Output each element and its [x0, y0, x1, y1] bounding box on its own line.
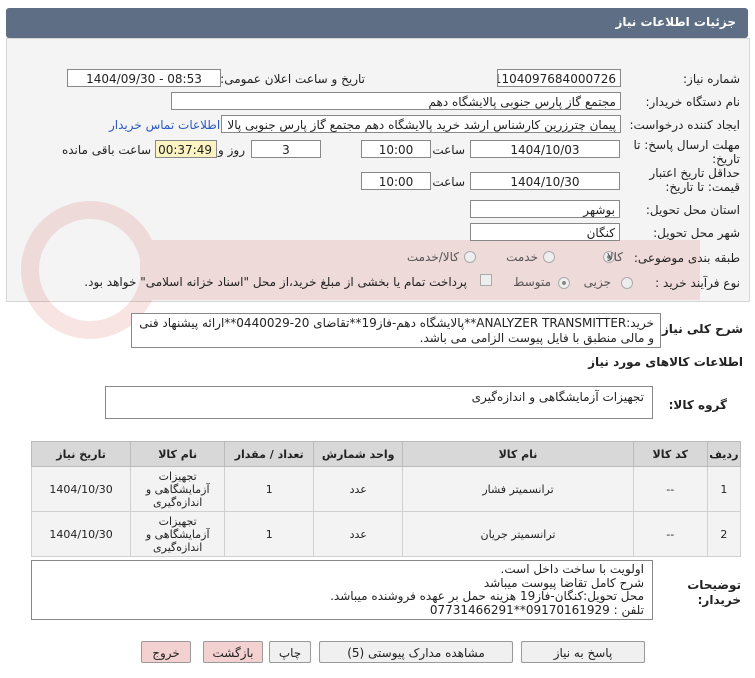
- send-time-label: ساعت: [432, 143, 465, 157]
- cell-group: تجهیزات آزمایشگاهی و اندازه‌گیری: [130, 466, 226, 512]
- col-unit: واحد شمارش: [313, 441, 404, 467]
- announce-field: 1404/09/30 - 08:53: [67, 69, 221, 87]
- category-label: طبقه بندی موضوعی:: [633, 251, 740, 265]
- province-label: استان محل تحویل:: [645, 203, 740, 217]
- announce-label: تاریخ و ساعت اعلان عمومی:: [220, 72, 365, 86]
- province-field: بوشهر: [470, 200, 620, 218]
- creator-label: ایجاد کننده درخواست:: [629, 118, 740, 132]
- back-button[interactable]: بازگشت: [203, 641, 263, 663]
- days-label: روز و: [218, 143, 245, 157]
- reply-button[interactable]: پاسخ به نیاز: [521, 641, 645, 663]
- send-date-field: 1404/10/03: [470, 140, 620, 158]
- send-time-field: 10:00: [361, 140, 431, 158]
- buyer-field: مجتمع گاز پارس جنوبی پالایشگاه دهم: [171, 92, 621, 110]
- buyer-notes-field: اولویت با ساخت داخل است. شرح کامل تقاضا …: [31, 560, 653, 620]
- days-field: 3: [251, 140, 321, 158]
- cell-group: تجهیزات آزمایشگاهی و اندازه‌گیری: [130, 511, 226, 557]
- cell-row: 2: [706, 511, 742, 557]
- buyer-contact-link[interactable]: اطلاعات تماس خریدار: [109, 118, 220, 132]
- treasury-checkbox[interactable]: [480, 274, 492, 286]
- city-label: شهر محل تحویل:: [653, 226, 740, 240]
- remaining-label: ساعت باقی مانده: [61, 143, 151, 157]
- buyer-note-line: محل تحویل:کنگان-فاز19 هزینه حمل بر عهده …: [330, 589, 644, 603]
- cell-qty: 1: [224, 511, 315, 557]
- buyer-notes-label: توضیحات خریدار:: [687, 578, 741, 607]
- col-code: کد کالا: [632, 441, 708, 467]
- goods-group-label: گروه کالا:: [668, 398, 727, 412]
- col-row: ردیف: [706, 441, 742, 467]
- need-number-label: شماره نیاز:: [683, 72, 740, 86]
- cell-qty: 1: [224, 466, 315, 512]
- attachments-button[interactable]: مشاهده مدارک پیوستی (5): [319, 641, 513, 663]
- category-radio-both[interactable]: [464, 251, 476, 263]
- col-date: تاریخ نیاز: [30, 441, 132, 467]
- validity-date-field: 1404/10/30: [470, 172, 620, 190]
- validity-time-field: 10:00: [361, 172, 431, 190]
- city-field: کنگان: [470, 223, 620, 241]
- col-group: نام کالا: [130, 441, 226, 467]
- buyer-label: نام دستگاه خریدار:: [645, 95, 741, 109]
- process-radio-medium[interactable]: [558, 277, 570, 289]
- description-field: خرید:ANALYZER TRANSMITTER**پالایشگاه دهم…: [131, 313, 661, 348]
- send-deadline-label: مهلت ارسال پاسخ: تا تاریخ:: [633, 138, 740, 166]
- goods-table: ردیف کد کالا نام کالا واحد شمارش تعداد /…: [30, 441, 742, 557]
- cell-unit: عدد: [313, 466, 404, 512]
- print-button[interactable]: چاپ: [269, 641, 311, 663]
- buyer-note-line: اولویت با ساخت داخل است.: [500, 562, 644, 576]
- cell-code: --: [632, 511, 708, 557]
- process-option-partial: جزیی: [583, 275, 611, 289]
- cell-row: 1: [706, 466, 742, 512]
- process-label: نوع فرآیند خرید :: [655, 276, 740, 290]
- page-header: جزئیات اطلاعات نیاز: [6, 8, 748, 38]
- col-name: نام کالا: [402, 441, 634, 467]
- description-label: شرح کلی نیاز:: [657, 322, 743, 336]
- cell-code: --: [632, 466, 708, 512]
- table-header-row: ردیف کد کالا نام کالا واحد شمارش تعداد /…: [30, 441, 742, 467]
- process-option-medium: متوسط: [513, 275, 551, 289]
- validity-time-label: ساعت: [432, 175, 465, 189]
- creator-field: پیمان چترزرین کارشناس ارشد خرید پالایشگا…: [221, 115, 621, 133]
- category-option-goods: کالا: [606, 250, 623, 264]
- table-row: 1 -- ترانسمیتر فشار عدد 1 تجهیزات آزمایش…: [30, 466, 742, 512]
- category-option-service: خدمت: [506, 250, 538, 264]
- goods-group-field: تجهیزات آزمایشگاهی و اندازه‌گیری: [105, 386, 653, 419]
- category-option-both: کالا/خدمت: [406, 250, 459, 264]
- remaining-time-field: 00:37:49: [155, 140, 217, 158]
- need-number-field: 1104097684000726: [497, 69, 621, 87]
- buyer-note-line: شرح کامل تقاضا پیوست میباشد: [483, 575, 644, 590]
- payment-note: پرداخت تمام یا بخشی از مبلغ خرید،از محل …: [84, 275, 467, 289]
- cell-date: 1404/10/30: [30, 511, 132, 557]
- col-qty: تعداد / مقدار: [224, 441, 315, 467]
- goods-section-title: اطلاعات کالاهای مورد نیاز: [588, 355, 743, 369]
- category-radio-service[interactable]: [543, 251, 555, 263]
- exit-button[interactable]: خروج: [141, 641, 191, 663]
- cell-name: ترانسمیتر جریان: [402, 511, 634, 557]
- cell-unit: عدد: [313, 511, 404, 557]
- page-title: جزئیات اطلاعات نیاز: [615, 15, 736, 29]
- table-row: 2 -- ترانسمیتر جریان عدد 1 تجهیزات آزمای…: [30, 511, 742, 557]
- cell-date: 1404/10/30: [30, 466, 132, 512]
- goods-group-value: تجهیزات آزمایشگاهی و اندازه‌گیری: [471, 390, 644, 404]
- validity-label: حداقل تاریخ اعتبار قیمت: تا تاریخ:: [649, 166, 740, 194]
- cell-name: ترانسمیتر فشار: [402, 466, 634, 512]
- process-radio-partial[interactable]: [621, 277, 633, 289]
- buyer-note-line: تلفن : 09170161929**07731466291: [429, 602, 644, 617]
